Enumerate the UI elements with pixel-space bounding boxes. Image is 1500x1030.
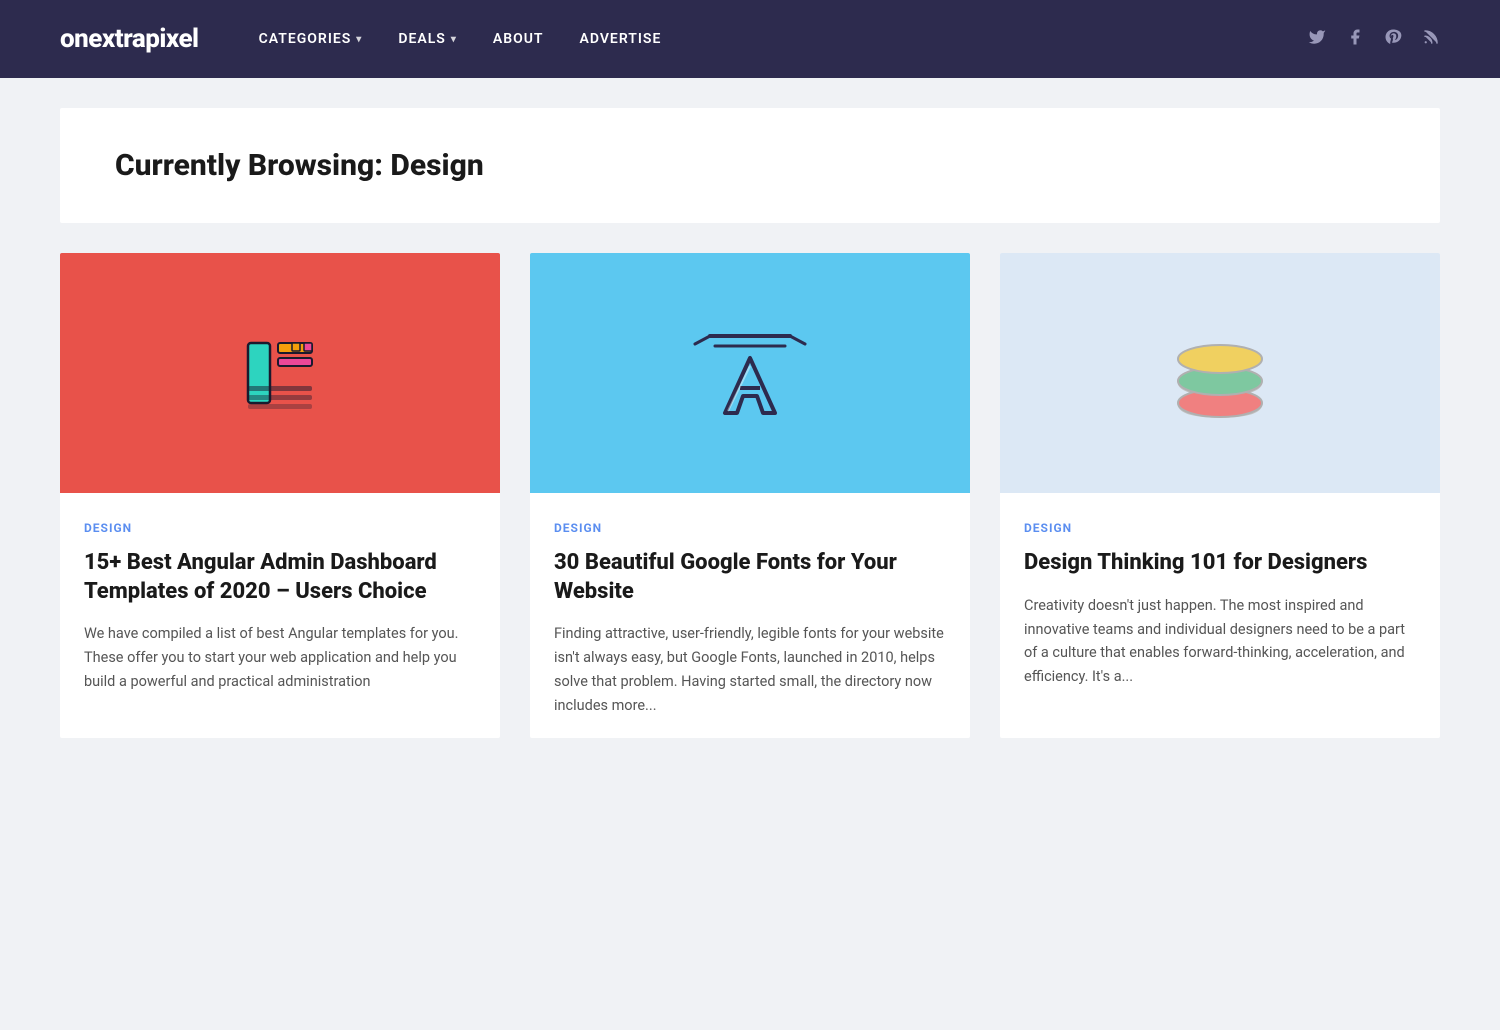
card-3-image [1000, 253, 1440, 493]
card-1-image [60, 253, 500, 493]
card-2[interactable]: DESIGN 30 Beautiful Google Fonts for You… [530, 253, 970, 738]
card-grid: DESIGN 15+ Best Angular Admin Dashboard … [60, 253, 1440, 758]
nav-item-deals[interactable]: DEALS ▾ [398, 31, 457, 47]
navbar: onextrapixel CATEGORIES ▾ DEALS ▾ ABOUT … [0, 0, 1500, 78]
rss-icon[interactable] [1422, 28, 1440, 51]
social-links [1308, 28, 1440, 51]
card-3-excerpt: Creativity doesn't just happen. The most… [1024, 594, 1416, 690]
card-2-body: DESIGN 30 Beautiful Google Fonts for You… [530, 493, 970, 738]
card-1-title: 15+ Best Angular Admin Dashboard Templat… [84, 549, 476, 606]
page-title: Currently Browsing: Design [115, 148, 1385, 183]
hero-banner: Currently Browsing: Design [60, 108, 1440, 223]
facebook-icon[interactable] [1346, 28, 1364, 51]
nav-item-advertise[interactable]: ADVERTISE [580, 31, 662, 47]
chevron-down-icon: ▾ [356, 34, 362, 45]
card-2-excerpt: Finding attractive, user-friendly, legib… [554, 622, 946, 718]
card-1[interactable]: DESIGN 15+ Best Angular Admin Dashboard … [60, 253, 500, 738]
card-3-category: DESIGN [1024, 521, 1416, 535]
card-3[interactable]: DESIGN Design Thinking 101 for Designers… [1000, 253, 1440, 738]
card-1-body: DESIGN 15+ Best Angular Admin Dashboard … [60, 493, 500, 714]
chevron-down-icon: ▾ [451, 34, 457, 45]
card-2-category: DESIGN [554, 521, 946, 535]
nav-item-categories[interactable]: CATEGORIES ▾ [259, 31, 363, 47]
card-2-title: 30 Beautiful Google Fonts for Your Websi… [554, 549, 946, 606]
card-1-category: DESIGN [84, 521, 476, 535]
nav-menu: CATEGORIES ▾ DEALS ▾ ABOUT ADVERTISE [259, 31, 1308, 47]
card-1-excerpt: We have compiled a list of best Angular … [84, 622, 476, 694]
pinterest-icon[interactable] [1384, 28, 1402, 51]
nav-item-about[interactable]: ABOUT [493, 31, 544, 47]
card-3-body: DESIGN Design Thinking 101 for Designers… [1000, 493, 1440, 709]
twitter-icon[interactable] [1308, 28, 1326, 51]
site-logo[interactable]: onextrapixel [60, 24, 199, 54]
card-2-image [530, 253, 970, 493]
card-3-title: Design Thinking 101 for Designers [1024, 549, 1416, 578]
